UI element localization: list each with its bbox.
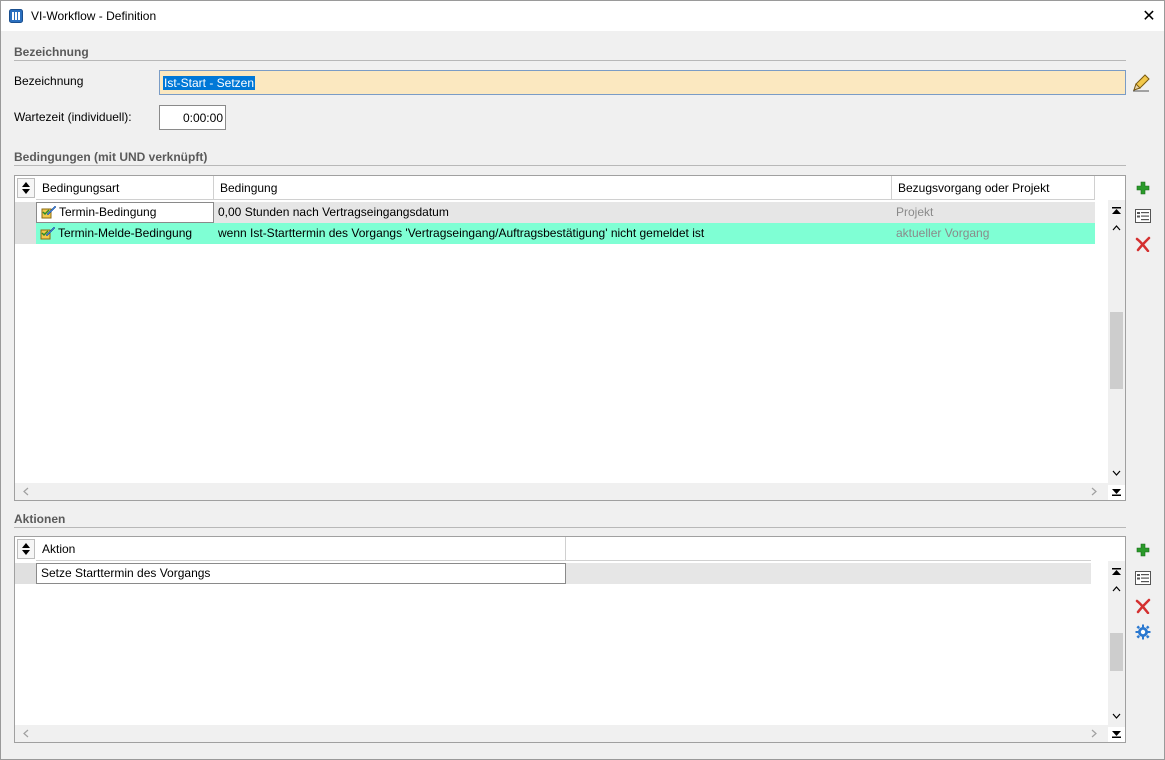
section-title-actions: Aktionen: [14, 512, 66, 526]
delete-action-button[interactable]: [1133, 596, 1153, 616]
edit-list-icon: [1135, 209, 1151, 223]
vertical-scrollbar[interactable]: [1108, 561, 1125, 727]
scroll-top-icon[interactable]: [1108, 565, 1125, 580]
table-row[interactable]: Setze Starttermin des Vorgangs: [15, 563, 1108, 584]
scroll-down-icon[interactable]: [1108, 708, 1125, 723]
conditions-grid-header: Bedingungsart Bedingung Bezugsvorgang od…: [15, 176, 1125, 200]
delete-condition-button[interactable]: [1133, 234, 1153, 254]
add-condition-button[interactable]: [1133, 178, 1153, 198]
cell-type-text: Termin-Bedingung: [59, 205, 157, 219]
section-divider: [14, 165, 1126, 166]
sort-icon: [22, 182, 30, 194]
table-row[interactable]: Termin-Melde-Bedingung wenn Ist-Startter…: [15, 223, 1108, 244]
row-indicator: [15, 563, 36, 584]
actions-grid: Aktion Setze Starttermin des Vorgangs: [14, 536, 1126, 743]
add-icon: [1136, 181, 1150, 195]
delete-icon: [1135, 598, 1151, 614]
cell-reference[interactable]: Projekt: [892, 202, 1095, 223]
horizontal-scrollbar[interactable]: [15, 483, 1108, 500]
name-input-value: Ist-Start - Setzen: [163, 75, 256, 90]
scroll-right-icon[interactable]: [1085, 726, 1102, 741]
add-icon: [1136, 543, 1150, 557]
section-divider: [14, 527, 1126, 528]
name-label: Bezeichnung: [14, 74, 84, 88]
actions-grid-header: Aktion: [15, 537, 1125, 561]
column-header-reference[interactable]: Bezugsvorgang oder Projekt: [892, 176, 1095, 200]
table-row[interactable]: Termin-Bedingung 0,00 Stunden nach Vertr…: [15, 202, 1108, 223]
scroll-right-icon[interactable]: [1085, 484, 1102, 499]
edit-action-button[interactable]: [1133, 568, 1153, 588]
close-icon: ✕: [1142, 8, 1156, 25]
scroll-left-icon[interactable]: [17, 484, 34, 499]
cell-type-text: Termin-Melde-Bedingung: [58, 226, 193, 240]
edit-pencil-icon[interactable]: [1131, 73, 1151, 93]
cell-condition[interactable]: wenn Ist-Starttermin des Vorgangs 'Vertr…: [214, 223, 892, 244]
conditions-grid: Bedingungsart Bedingung Bezugsvorgang od…: [14, 175, 1126, 501]
wait-time-input[interactable]: 0:00:00: [159, 105, 226, 130]
section-divider: [14, 60, 1126, 61]
column-header-empty: [566, 537, 1091, 561]
settings-action-button[interactable]: [1133, 622, 1153, 642]
window-title: VI-Workflow - Definition: [31, 9, 157, 23]
scroll-left-icon[interactable]: [17, 726, 34, 741]
scroll-bottom-icon[interactable]: [1108, 726, 1125, 741]
sort-button[interactable]: [17, 178, 35, 198]
cell-condition[interactable]: 0,00 Stunden nach Vertragseingangsdatum: [214, 202, 892, 223]
title-bar: VI-Workflow - Definition ✕: [1, 1, 1164, 31]
vertical-scrollbar[interactable]: [1108, 200, 1125, 485]
cell-empty: [566, 563, 1091, 584]
cell-type[interactable]: Termin-Bedingung: [36, 202, 214, 223]
workflow-definition-window: VI-Workflow - Definition ✕ Bezeichnung B…: [0, 0, 1165, 760]
wait-label: Wartezeit (individuell):: [14, 110, 132, 124]
row-indicator: [15, 223, 36, 244]
scroll-top-icon[interactable]: [1108, 204, 1125, 219]
section-title-bezeichnung: Bezeichnung: [14, 45, 89, 59]
edit-list-icon: [1135, 571, 1151, 585]
column-header-action[interactable]: Aktion: [36, 537, 566, 561]
scroll-down-icon[interactable]: [1108, 465, 1125, 480]
condition-type-icon: [41, 205, 57, 219]
column-header-type[interactable]: Bedingungsart: [36, 176, 214, 200]
condition-type-icon: [40, 226, 56, 240]
scroll-up-icon[interactable]: [1108, 581, 1125, 596]
name-input[interactable]: Ist-Start - Setzen: [159, 70, 1126, 95]
sort-button[interactable]: [17, 539, 35, 559]
scroll-bottom-icon[interactable]: [1108, 484, 1125, 499]
add-action-button[interactable]: [1133, 540, 1153, 560]
cell-reference[interactable]: aktueller Vorgang: [892, 223, 1095, 244]
sort-icon: [22, 543, 30, 555]
horizontal-scrollbar[interactable]: [15, 725, 1108, 742]
row-indicator: [15, 202, 36, 223]
column-header-condition[interactable]: Bedingung: [214, 176, 892, 200]
delete-icon: [1135, 236, 1151, 252]
scroll-thumb[interactable]: [1110, 633, 1123, 671]
scroll-up-icon[interactable]: [1108, 220, 1125, 235]
close-button[interactable]: ✕: [1134, 1, 1164, 31]
scroll-thumb[interactable]: [1110, 312, 1123, 389]
edit-condition-button[interactable]: [1133, 206, 1153, 226]
cell-type[interactable]: Termin-Melde-Bedingung: [36, 223, 214, 244]
section-title-conditions: Bedingungen (mit UND verknüpft): [14, 150, 208, 164]
settings-icon: [1135, 624, 1151, 640]
cell-action[interactable]: Setze Starttermin des Vorgangs: [36, 563, 566, 584]
app-icon: [9, 9, 23, 23]
